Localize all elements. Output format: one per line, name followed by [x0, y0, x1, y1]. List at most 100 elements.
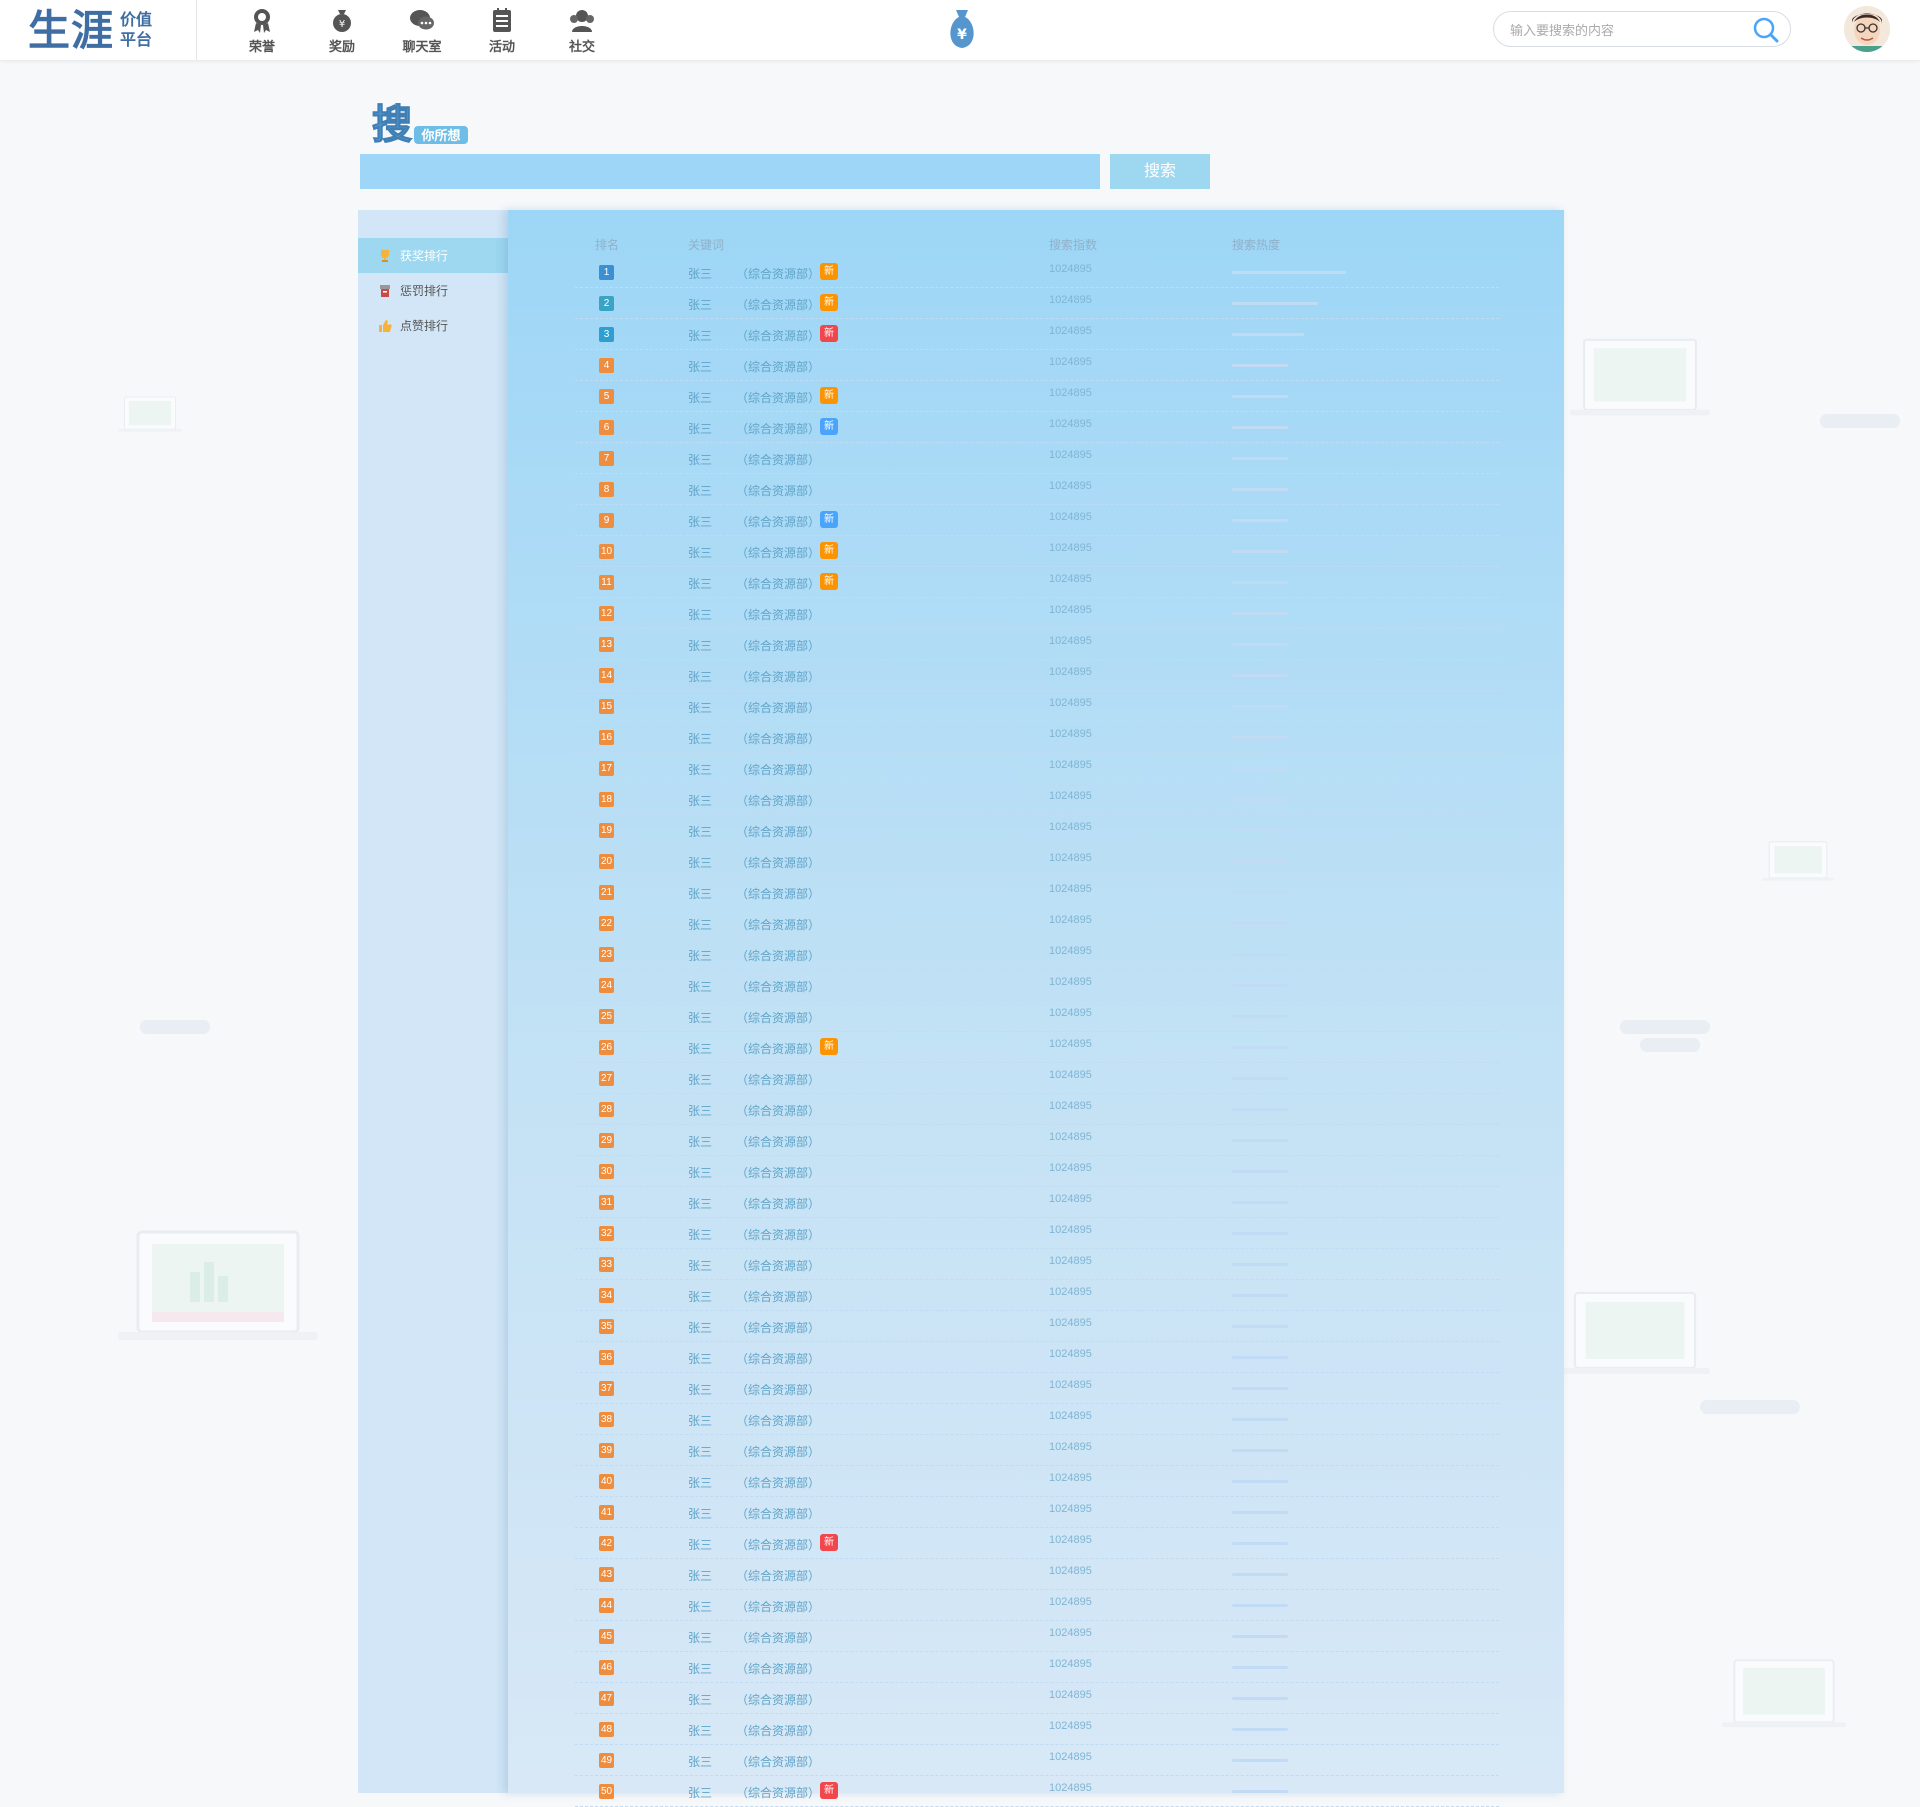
table-row[interactable]: 36 张三 （综合资源部） 1024895	[575, 1342, 1499, 1373]
table-row[interactable]: 9 张三 （综合资源部）新 1024895	[575, 505, 1499, 536]
keyword-name[interactable]: 张三	[688, 1629, 712, 1646]
keyword-name[interactable]: 张三	[688, 1226, 712, 1243]
keyword-name[interactable]: 张三	[688, 1598, 712, 1615]
keyword-search-input[interactable]	[360, 154, 1100, 189]
keyword-name[interactable]: 张三	[688, 1133, 712, 1150]
keyword-name[interactable]: 张三	[688, 730, 712, 747]
table-row[interactable]: 11 张三 （综合资源部）新 1024895	[575, 567, 1499, 598]
table-row[interactable]: 39 张三 （综合资源部） 1024895	[575, 1435, 1499, 1466]
table-row[interactable]: 38 张三 （综合资源部） 1024895	[575, 1404, 1499, 1435]
table-row[interactable]: 25 张三 （综合资源部） 1024895	[575, 1001, 1499, 1032]
table-row[interactable]: 47 张三 （综合资源部） 1024895	[575, 1683, 1499, 1714]
search-input[interactable]	[1508, 19, 1742, 41]
nav-item-reward[interactable]: ¥ 奖励	[302, 6, 382, 56]
table-row[interactable]: 10 张三 （综合资源部）新 1024895	[575, 536, 1499, 567]
table-row[interactable]: 40 张三 （综合资源部） 1024895	[575, 1466, 1499, 1497]
search-submit-button[interactable]: 搜索	[1110, 154, 1210, 189]
keyword-name[interactable]: 张三	[688, 761, 712, 778]
keyword-name[interactable]: 张三	[688, 389, 712, 406]
nav-item-social[interactable]: 社交	[542, 6, 622, 56]
table-row[interactable]: 16 张三 （综合资源部） 1024895	[575, 722, 1499, 753]
table-row[interactable]: 34 张三 （综合资源部） 1024895	[575, 1280, 1499, 1311]
table-row[interactable]: 50 张三 （综合资源部）新 1024895	[575, 1776, 1499, 1807]
keyword-name[interactable]: 张三	[688, 699, 712, 716]
nav-item-honor[interactable]: 荣誉	[222, 6, 302, 56]
table-row[interactable]: 27 张三 （综合资源部） 1024895	[575, 1063, 1499, 1094]
table-row[interactable]: 13 张三 （综合资源部） 1024895	[575, 629, 1499, 660]
keyword-name[interactable]: 张三	[688, 792, 712, 809]
table-row[interactable]: 5 张三 （综合资源部）新 1024895	[575, 381, 1499, 412]
keyword-name[interactable]: 张三	[688, 1567, 712, 1584]
keyword-name[interactable]: 张三	[688, 916, 712, 933]
table-row[interactable]: 7 张三 （综合资源部） 1024895	[575, 443, 1499, 474]
table-row[interactable]: 24 张三 （综合资源部） 1024895	[575, 970, 1499, 1001]
keyword-name[interactable]: 张三	[688, 1536, 712, 1553]
table-row[interactable]: 14 张三 （综合资源部） 1024895	[575, 660, 1499, 691]
table-row[interactable]: 49 张三 （综合资源部） 1024895	[575, 1745, 1499, 1776]
keyword-name[interactable]: 张三	[688, 1040, 712, 1057]
table-row[interactable]: 29 张三 （综合资源部） 1024895	[575, 1125, 1499, 1156]
platform-logo[interactable]: 生涯 价值 平台	[28, 8, 152, 54]
keyword-name[interactable]: 张三	[688, 1443, 712, 1460]
keyword-name[interactable]: 张三	[688, 1474, 712, 1491]
table-row[interactable]: 22 张三 （综合资源部） 1024895	[575, 908, 1499, 939]
keyword-name[interactable]: 张三	[688, 1412, 712, 1429]
table-row[interactable]: 46 张三 （综合资源部） 1024895	[575, 1652, 1499, 1683]
keyword-name[interactable]: 张三	[688, 637, 712, 654]
keyword-name[interactable]: 张三	[688, 1722, 712, 1739]
keyword-name[interactable]: 张三	[688, 1288, 712, 1305]
table-row[interactable]: 18 张三 （综合资源部） 1024895	[575, 784, 1499, 815]
keyword-name[interactable]: 张三	[688, 1257, 712, 1274]
table-row[interactable]: 8 张三 （综合资源部） 1024895	[575, 474, 1499, 505]
keyword-name[interactable]: 张三	[688, 420, 712, 437]
keyword-name[interactable]: 张三	[688, 1071, 712, 1088]
nav-item-activity[interactable]: 活动	[462, 6, 542, 56]
sidebar-item-like-ranking[interactable]: 点赞排行	[358, 308, 508, 343]
table-row[interactable]: 32 张三 （综合资源部） 1024895	[575, 1218, 1499, 1249]
sidebar-item-penalty-ranking[interactable]: 惩罚排行	[358, 273, 508, 308]
keyword-name[interactable]: 张三	[688, 451, 712, 468]
keyword-name[interactable]: 张三	[688, 668, 712, 685]
table-row[interactable]: 21 张三 （综合资源部） 1024895	[575, 877, 1499, 908]
keyword-name[interactable]: 张三	[688, 1505, 712, 1522]
table-row[interactable]: 28 张三 （综合资源部） 1024895	[575, 1094, 1499, 1125]
table-row[interactable]: 37 张三 （综合资源部） 1024895	[575, 1373, 1499, 1404]
table-row[interactable]: 15 张三 （综合资源部） 1024895	[575, 691, 1499, 722]
keyword-name[interactable]: 张三	[688, 1350, 712, 1367]
keyword-name[interactable]: 张三	[688, 1195, 712, 1212]
keyword-name[interactable]: 张三	[688, 1102, 712, 1119]
table-row[interactable]: 4 张三 （综合资源部） 1024895	[575, 350, 1499, 381]
keyword-name[interactable]: 张三	[688, 1164, 712, 1181]
keyword-name[interactable]: 张三	[688, 1660, 712, 1677]
table-row[interactable]: 20 张三 （综合资源部） 1024895	[575, 846, 1499, 877]
keyword-name[interactable]: 张三	[688, 885, 712, 902]
table-row[interactable]: 35 张三 （综合资源部） 1024895	[575, 1311, 1499, 1342]
table-row[interactable]: 45 张三 （综合资源部） 1024895	[575, 1621, 1499, 1652]
keyword-name[interactable]: 张三	[688, 1753, 712, 1770]
table-row[interactable]: 12 张三 （综合资源部） 1024895	[575, 598, 1499, 629]
keyword-name[interactable]: 张三	[688, 606, 712, 623]
table-row[interactable]: 3 张三 （综合资源部）新 1024895	[575, 319, 1499, 350]
keyword-name[interactable]: 张三	[688, 947, 712, 964]
keyword-name[interactable]: 张三	[688, 978, 712, 995]
keyword-name[interactable]: 张三	[688, 358, 712, 375]
table-row[interactable]: 48 张三 （综合资源部） 1024895	[575, 1714, 1499, 1745]
table-row[interactable]: 31 张三 （综合资源部） 1024895	[575, 1187, 1499, 1218]
keyword-name[interactable]: 张三	[688, 482, 712, 499]
sidebar-item-award-ranking[interactable]: 获奖排行	[358, 238, 508, 273]
table-row[interactable]: 2 张三 （综合资源部）新 1024895	[575, 288, 1499, 319]
table-row[interactable]: 41 张三 （综合资源部） 1024895	[575, 1497, 1499, 1528]
keyword-name[interactable]: 张三	[688, 296, 712, 313]
keyword-name[interactable]: 张三	[688, 1009, 712, 1026]
table-row[interactable]: 43 张三 （综合资源部） 1024895	[575, 1559, 1499, 1590]
keyword-name[interactable]: 张三	[688, 1381, 712, 1398]
keyword-name[interactable]: 张三	[688, 823, 712, 840]
keyword-name[interactable]: 张三	[688, 1691, 712, 1708]
table-row[interactable]: 44 张三 （综合资源部） 1024895	[575, 1590, 1499, 1621]
table-row[interactable]: 30 张三 （综合资源部） 1024895	[575, 1156, 1499, 1187]
table-row[interactable]: 6 张三 （综合资源部）新 1024895	[575, 412, 1499, 443]
keyword-name[interactable]: 张三	[688, 575, 712, 592]
table-row[interactable]: 17 张三 （综合资源部） 1024895	[575, 753, 1499, 784]
table-row[interactable]: 26 张三 （综合资源部）新 1024895	[575, 1032, 1499, 1063]
user-avatar[interactable]	[1844, 6, 1890, 52]
